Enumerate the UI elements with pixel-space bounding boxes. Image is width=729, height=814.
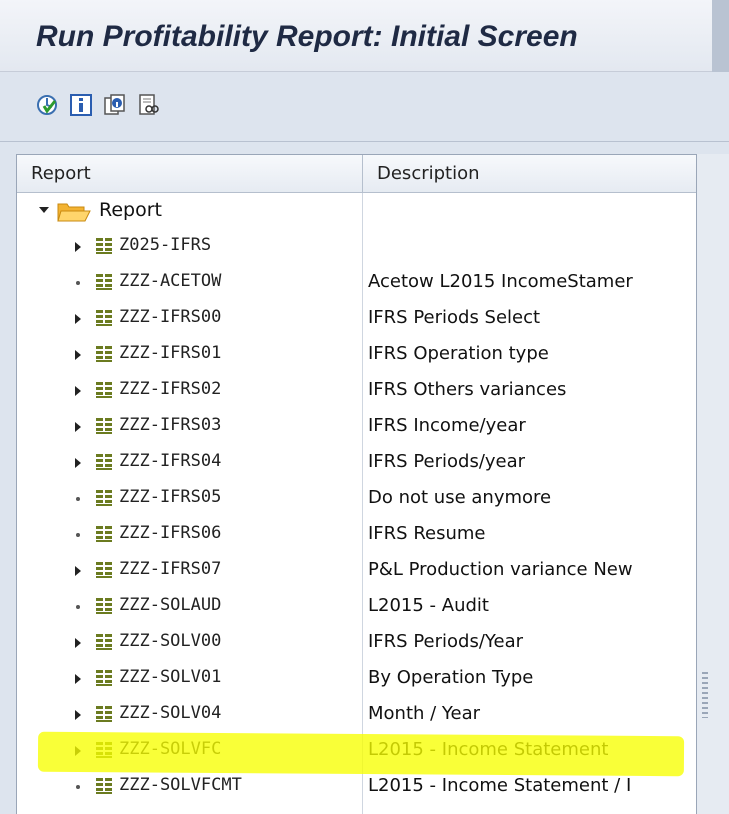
report-icon — [96, 634, 112, 650]
report-code: ZZZ-IFRS03 — [119, 415, 222, 435]
leaf-bullet-icon — [76, 497, 80, 501]
report-description: IFRS Periods Select — [368, 307, 541, 328]
report-description: Do not use anymore — [368, 487, 552, 508]
report-description: L2015 - Audit — [368, 595, 489, 616]
report-code: ZZZ-ACETOW — [119, 271, 222, 291]
report-icon — [96, 670, 112, 686]
tree-root-row[interactable]: Report — [17, 193, 696, 229]
report-icon — [96, 418, 112, 434]
report-row[interactable]: ZZZ-IFRS07 P&L Production variance New — [17, 553, 696, 589]
report-description: L2015 - Income Statement / I — [368, 775, 632, 796]
report-row[interactable]: ZZZ-SOLV04 Month / Year — [17, 697, 696, 733]
report-row[interactable]: ZZZ-SOLV01 By Operation Type — [17, 661, 696, 697]
report-icon — [96, 598, 112, 614]
report-code: ZZZ-IFRS01 — [119, 343, 222, 363]
expand-icon[interactable] — [75, 386, 81, 396]
report-icon — [96, 238, 112, 254]
report-icon — [96, 346, 112, 362]
report-row[interactable]: ZZZ-SOLV00 IFRS Periods/Year — [17, 625, 696, 661]
report-description: IFRS Periods/Year — [368, 631, 523, 652]
report-icon — [96, 382, 112, 398]
expand-icon[interactable] — [75, 314, 81, 324]
report-row[interactable]: ZZZ-IFRS04 IFRS Periods/year — [17, 445, 696, 481]
leaf-bullet-icon — [76, 281, 80, 285]
report-code: ZZZ-SOLV01 — [119, 667, 222, 687]
expand-icon[interactable] — [75, 350, 81, 360]
report-code: ZZZ-SOLAUD — [119, 595, 222, 615]
report-code: Z025-IFRS — [119, 235, 212, 255]
report-description: By Operation Type — [368, 667, 534, 688]
column-header-report[interactable]: Report — [17, 155, 363, 193]
report-icon — [96, 454, 112, 470]
report-row[interactable]: ZZZ-IFRS01 IFRS Operation type — [17, 337, 696, 373]
report-code: ZZZ-IFRS07 — [119, 559, 222, 579]
title-bar: Run Profitability Report: Initial Screen — [0, 0, 729, 72]
report-row[interactable]: ZZZ-IFRS03 IFRS Income/year — [17, 409, 696, 445]
report-description: IFRS Resume — [368, 523, 486, 544]
report-description: IFRS Periods/year — [368, 451, 526, 472]
report-row[interactable]: ZZZ-SOLAUD L2015 - Audit — [17, 589, 696, 625]
report-icon — [96, 778, 112, 794]
expand-icon[interactable] — [75, 566, 81, 576]
report-code: ZZZ-IFRS02 — [119, 379, 222, 399]
leaf-bullet-icon — [76, 605, 80, 609]
folder-open-icon — [57, 203, 91, 222]
report-description: IFRS Income/year — [368, 415, 526, 436]
copy-info-icon[interactable] — [104, 94, 126, 116]
report-row[interactable]: ZZZ-IFRS05 Do not use anymore — [17, 481, 696, 517]
report-description: IFRS Operation type — [368, 343, 549, 364]
leaf-bullet-icon — [76, 785, 80, 789]
report-code: ZZZ-SOLV04 — [119, 703, 222, 723]
collapse-icon[interactable] — [39, 207, 49, 213]
report-row[interactable]: Z025-IFRS — [17, 229, 696, 265]
report-row[interactable]: ZZZ-ACETOW Acetow L2015 IncomeStamer — [17, 265, 696, 301]
report-row[interactable]: ZZZ-IFRS02 IFRS Others variances — [17, 373, 696, 409]
report-description: Month / Year — [368, 703, 481, 724]
report-icon — [96, 526, 112, 542]
leaf-bullet-icon — [76, 533, 80, 537]
report-icon — [96, 706, 112, 722]
column-header-description[interactable]: Description — [363, 155, 696, 193]
tree-root-label: Report — [99, 199, 162, 221]
report-code: ZZZ-IFRS04 — [119, 451, 222, 471]
report-description: P&L Production variance New — [368, 559, 633, 580]
title-edge — [712, 0, 729, 72]
execute-icon[interactable] — [36, 94, 58, 116]
report-tree-grid: Report Description Report Z025-IFRS ZZZ-A… — [16, 154, 697, 814]
application-toolbar — [0, 72, 729, 142]
scrollbar-grip[interactable] — [702, 672, 708, 718]
expand-icon[interactable] — [75, 710, 81, 720]
report-code: ZZZ-IFRS06 — [119, 523, 222, 543]
expand-icon[interactable] — [75, 458, 81, 468]
report-code: ZZZ-IFRS05 — [119, 487, 222, 507]
expand-icon[interactable] — [75, 422, 81, 432]
expand-icon[interactable] — [75, 242, 81, 252]
report-row[interactable]: ZZZ-IFRS00 IFRS Periods Select — [17, 301, 696, 337]
report-description: Acetow L2015 IncomeStamer — [368, 271, 633, 292]
report-code: ZZZ-IFRS00 — [119, 307, 222, 327]
report-description: IFRS Others variances — [368, 379, 567, 400]
info-icon[interactable] — [70, 94, 92, 116]
report-code: ZZZ-SOLV00 — [119, 631, 222, 651]
yellow-highlight-marker — [37, 731, 685, 777]
report-icon — [96, 562, 112, 578]
report-code: ZZZ-SOLVFCMT — [119, 775, 242, 795]
expand-icon[interactable] — [75, 674, 81, 684]
report-icon — [96, 310, 112, 326]
window-title: Run Profitability Report: Initial Screen — [36, 20, 578, 53]
report-row[interactable]: ZZZ-IFRS06 IFRS Resume — [17, 517, 696, 553]
report-icon — [96, 490, 112, 506]
report-icon — [96, 274, 112, 290]
expand-icon[interactable] — [75, 638, 81, 648]
display-icon[interactable] — [138, 94, 160, 116]
